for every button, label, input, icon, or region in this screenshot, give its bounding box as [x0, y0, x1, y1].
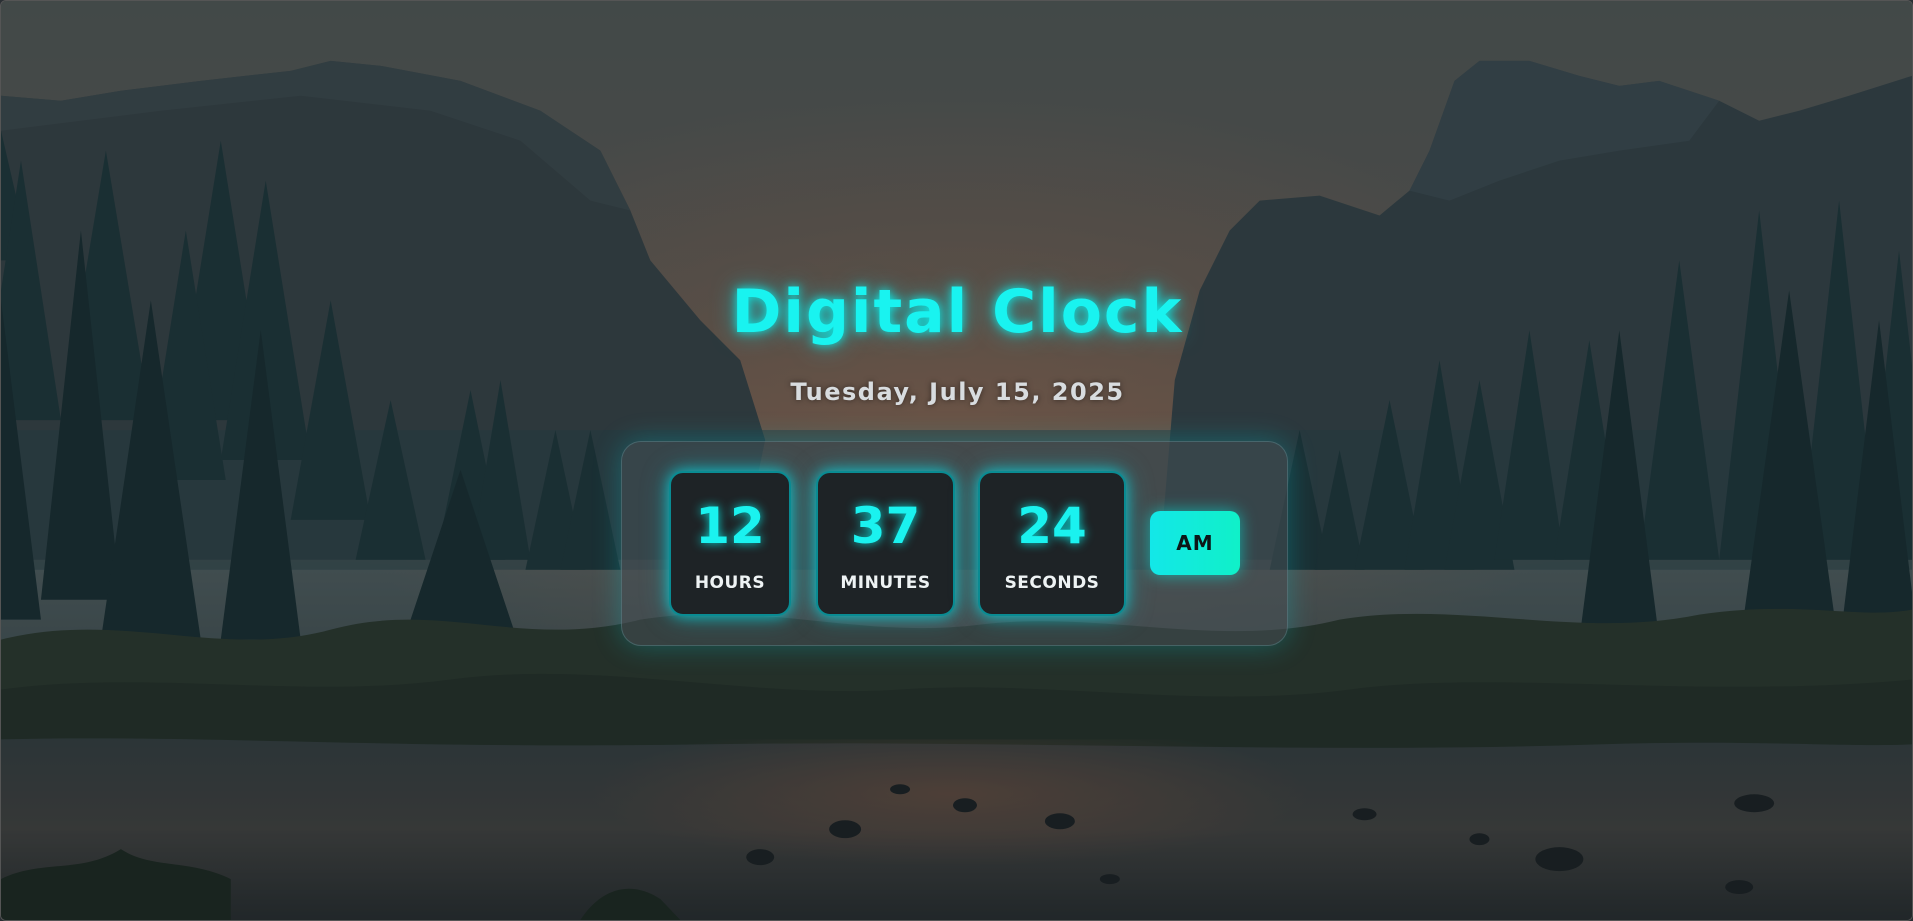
- seconds-value: 24: [1017, 497, 1087, 555]
- hours-card: 12 HOURS: [669, 471, 791, 616]
- minutes-card: 37 MINUTES: [816, 471, 955, 616]
- hours-value: 12: [695, 497, 765, 555]
- hours-label: HOURS: [694, 573, 766, 593]
- seconds-label: SECONDS: [1004, 573, 1100, 593]
- am-pm-indicator: AM: [1150, 511, 1240, 575]
- minutes-label: MINUTES: [840, 573, 931, 593]
- app-window: Digital Clock Tuesday, July 15, 2025 12 …: [0, 0, 1913, 921]
- date-display: Tuesday, July 15, 2025: [790, 378, 1125, 406]
- seconds-card: 24 SECONDS: [978, 471, 1126, 616]
- page-title: Digital Clock: [731, 277, 1184, 347]
- minutes-value: 37: [850, 497, 921, 555]
